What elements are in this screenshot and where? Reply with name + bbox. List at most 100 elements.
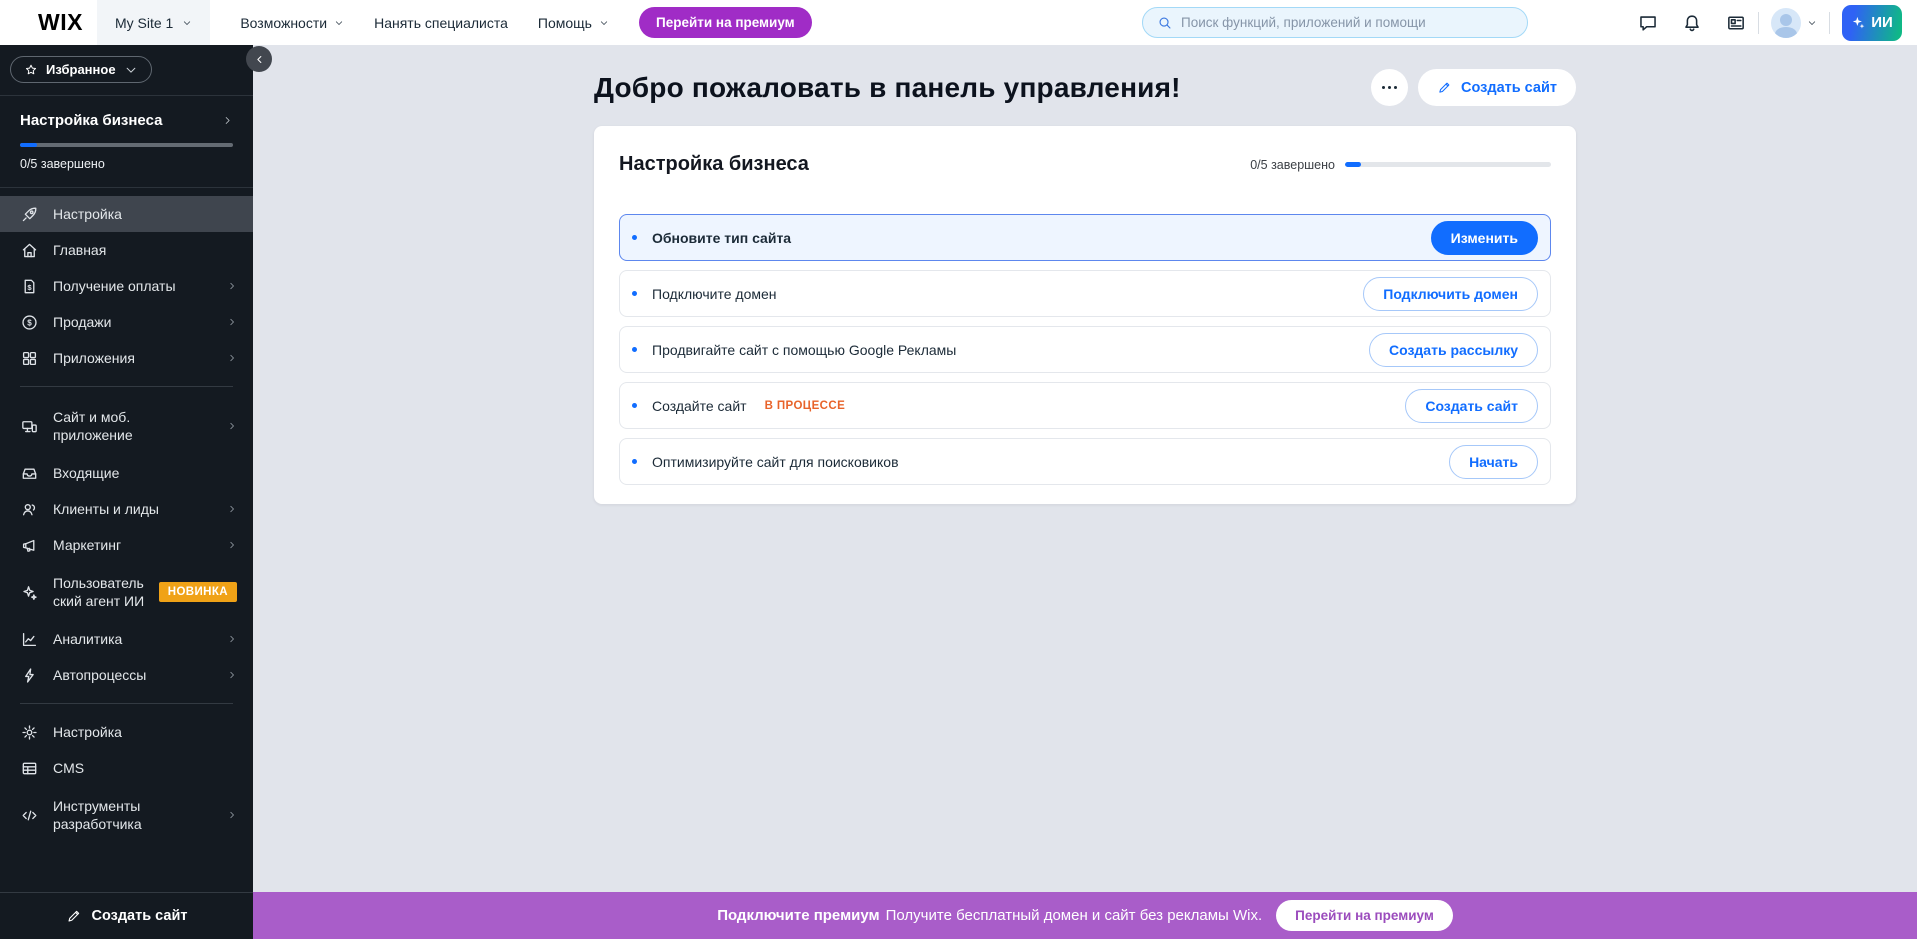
star-icon bbox=[24, 63, 38, 77]
nav-help[interactable]: Помощь bbox=[538, 15, 609, 31]
nav-hire-professional[interactable]: Нанять специалиста bbox=[374, 15, 508, 31]
bullet-icon bbox=[632, 459, 637, 464]
chevron-right-icon bbox=[227, 540, 237, 550]
search-input[interactable] bbox=[1181, 15, 1513, 30]
wix-logo[interactable]: WIX bbox=[38, 9, 83, 36]
chevron-right-icon bbox=[227, 281, 237, 291]
topbar-divider bbox=[1758, 12, 1759, 34]
task-label: Продвигайте сайт с помощью Google Реклам… bbox=[652, 342, 956, 358]
task-row-connect-domain[interactable]: Подключите домен Подключить домен bbox=[619, 270, 1551, 317]
sidebar-collapse-button[interactable] bbox=[246, 46, 272, 72]
sidebar-item-label: Пользовательский агент ИИ bbox=[53, 574, 145, 610]
analytics-icon bbox=[20, 630, 39, 649]
contacts-icon bbox=[20, 500, 39, 519]
site-selector-label: My Site 1 bbox=[115, 15, 173, 31]
in-progress-status-badge: В ПРОЦЕССЕ bbox=[765, 400, 846, 412]
premium-banner-highlight: Подключите премиум bbox=[717, 907, 879, 924]
svg-text:$: $ bbox=[27, 318, 32, 327]
global-search bbox=[1142, 7, 1528, 38]
task-row-seo-optimize[interactable]: Оптимизируйте сайт для поисковиков Начат… bbox=[619, 438, 1551, 485]
premium-banner-button[interactable]: Перейти на премиум bbox=[1276, 900, 1453, 931]
ai-button-label: ИИ bbox=[1871, 14, 1893, 31]
chevron-right-icon bbox=[227, 504, 237, 514]
chevron-down-icon bbox=[1807, 18, 1817, 28]
task-start-button[interactable]: Начать bbox=[1449, 445, 1538, 479]
task-label: Создайте сайт bbox=[652, 398, 747, 414]
bullet-icon bbox=[632, 403, 637, 408]
upgrade-premium-button[interactable]: Перейти на премиум bbox=[639, 7, 812, 38]
top-bar: WIX My Site 1 Возможности Нанять специал… bbox=[0, 0, 1917, 45]
sidebar-item-settings[interactable]: Настройка bbox=[0, 714, 253, 750]
sidebar-item-sales[interactable]: $ Продажи bbox=[0, 304, 253, 340]
task-label: Оптимизируйте сайт для поисковиков bbox=[652, 454, 899, 470]
inbox-icon bbox=[20, 464, 39, 483]
task-label: Подключите домен bbox=[652, 286, 777, 302]
sidebar-item-ai-agent[interactable]: Пользовательский агент ИИ НОВИНКА bbox=[0, 563, 253, 621]
create-site-button[interactable]: Создать сайт bbox=[1418, 69, 1576, 106]
chevron-left-icon bbox=[254, 54, 265, 65]
task-change-button[interactable]: Изменить bbox=[1431, 221, 1538, 255]
nav-features-label: Возможности bbox=[240, 15, 327, 31]
account-menu[interactable] bbox=[1771, 8, 1817, 38]
megaphone-icon bbox=[20, 536, 39, 555]
nav-features[interactable]: Возможности bbox=[240, 15, 344, 31]
sidebar-item-automations[interactable]: Автопроцессы bbox=[0, 657, 253, 693]
sidebar-item-payments[interactable]: $ Получение оплаты bbox=[0, 268, 253, 304]
task-row-create-site[interactable]: Создайте сайт В ПРОЦЕССЕ Создать сайт bbox=[619, 382, 1551, 429]
sidebar-divider bbox=[20, 703, 233, 704]
invoice-icon: $ bbox=[20, 277, 39, 296]
sidebar-item-setup[interactable]: Настройка bbox=[0, 196, 253, 232]
gear-icon bbox=[20, 723, 39, 742]
sidebar-item-label: Продажи bbox=[53, 313, 111, 331]
chevron-right-icon bbox=[227, 634, 237, 644]
task-create-campaign-button[interactable]: Создать рассылку bbox=[1369, 333, 1538, 367]
sidebar-item-label: Настройка bbox=[53, 205, 122, 223]
sparkle-icon bbox=[1851, 15, 1866, 30]
more-options-icon bbox=[1382, 86, 1397, 89]
ai-assistant-button[interactable]: ИИ bbox=[1842, 5, 1902, 41]
sidebar-item-contacts-leads[interactable]: Клиенты и лиды bbox=[0, 491, 253, 527]
chevron-down-icon bbox=[334, 18, 344, 28]
premium-banner-text: Получите бесплатный домен и сайт без рек… bbox=[886, 907, 1263, 924]
task-connect-domain-button[interactable]: Подключить домен bbox=[1363, 277, 1538, 311]
sidebar-item-label: CMS bbox=[53, 759, 84, 777]
sidebar-divider bbox=[0, 187, 253, 188]
sidebar-item-apps[interactable]: Приложения bbox=[0, 340, 253, 376]
sidebar-item-label: Маркетинг bbox=[53, 536, 121, 554]
sidebar-item-label: Сайт и моб. приложение bbox=[53, 408, 181, 444]
sidebar-item-home[interactable]: Главная bbox=[0, 232, 253, 268]
task-create-site-button[interactable]: Создать сайт bbox=[1405, 389, 1538, 423]
site-selector[interactable]: My Site 1 bbox=[97, 0, 210, 45]
sidebar-item-dev-tools[interactable]: Инструменты разработчика bbox=[0, 786, 253, 844]
notifications-bell-icon[interactable] bbox=[1681, 12, 1703, 34]
sidebar-item-label: Инструменты разработчика bbox=[53, 797, 181, 833]
sidebar-item-cms[interactable]: CMS bbox=[0, 750, 253, 786]
task-row-promote-google-ads[interactable]: Продвигайте сайт с помощью Google Реклам… bbox=[619, 326, 1551, 373]
lightning-icon bbox=[20, 666, 39, 685]
card-progress-fill bbox=[1345, 162, 1361, 167]
favorites-dropdown[interactable]: Избранное bbox=[10, 56, 152, 83]
pencil-icon bbox=[66, 908, 82, 924]
sidebar-item-site-mobile-app[interactable]: Сайт и моб. приложение bbox=[0, 397, 253, 455]
task-row-update-site-type[interactable]: Обновите тип сайта Изменить bbox=[619, 214, 1551, 261]
sidebar-item-analytics[interactable]: Аналитика bbox=[0, 621, 253, 657]
bullet-icon bbox=[632, 235, 637, 240]
setup-progress-fill bbox=[20, 143, 37, 147]
business-setup-card: Настройка бизнеса 0/5 завершено Обновите… bbox=[594, 126, 1576, 504]
sidebar-business-setup[interactable]: Настройка бизнеса 0/5 завершено bbox=[0, 96, 253, 187]
sidebar-item-inbox[interactable]: Входящие bbox=[0, 455, 253, 491]
news-updates-icon[interactable] bbox=[1725, 12, 1747, 34]
task-label: Обновите тип сайта bbox=[652, 230, 791, 246]
chevron-right-icon bbox=[227, 670, 237, 680]
sidebar-item-marketing[interactable]: Маркетинг bbox=[0, 527, 253, 563]
setup-progress-label: 0/5 завершено bbox=[20, 157, 233, 171]
sidebar-menu: Настройка Главная $ Получение оплаты $ П… bbox=[0, 196, 253, 844]
ai-sparkle-icon bbox=[20, 583, 39, 602]
chat-icon[interactable] bbox=[1637, 12, 1659, 34]
bullet-icon bbox=[632, 291, 637, 296]
more-options-button[interactable] bbox=[1371, 69, 1408, 106]
setup-title: Настройка бизнеса bbox=[20, 112, 162, 129]
pencil-icon bbox=[1437, 80, 1452, 95]
avatar bbox=[1771, 8, 1801, 38]
sidebar-create-site-button[interactable]: Создать сайт bbox=[0, 892, 253, 939]
